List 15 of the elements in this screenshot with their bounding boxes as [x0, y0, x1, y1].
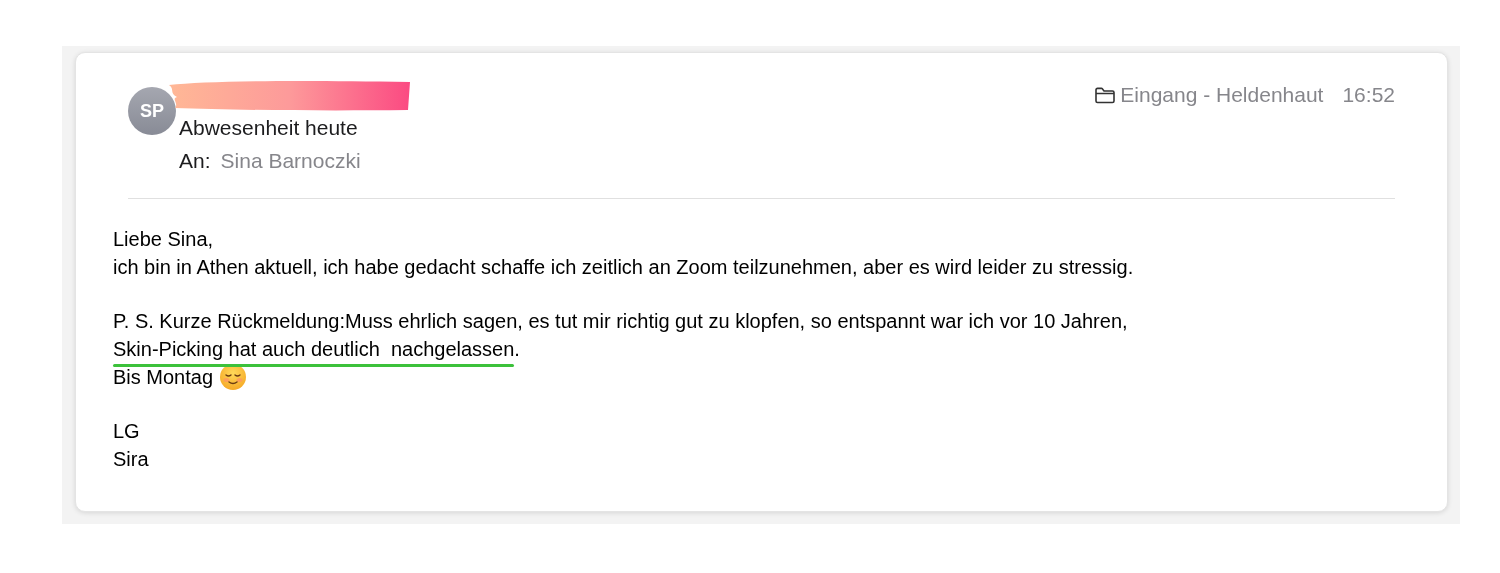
to-label: An:: [179, 148, 211, 174]
recipient-name: Sina Barnoczki: [220, 148, 361, 174]
body-text: P. S. Kurze Rückmeldung:Muss ehrlich sagen, es tut mir richtig gut zu klopfen, so entspannt war ich vor 10 Jahren,: [113, 309, 1128, 334]
folder-icon: [1094, 86, 1117, 104]
body-text: LG: [113, 419, 140, 444]
email-time: 16:52: [1342, 83, 1395, 107]
email-subject: Abwesenheit heute: [179, 115, 359, 141]
body-text: .: [514, 337, 520, 362]
body-text: Bis Montag: [113, 365, 214, 390]
body-text: Sira: [113, 447, 149, 472]
avatar: SP: [128, 87, 176, 135]
body-text: Liebe Sina,: [113, 227, 214, 252]
body-text: ich bin in Athen aktuell, ich habe gedacht schaffe ich zeitlich an Zoom teilzunehmen, aber es wird leider zu stressig.: [113, 255, 1134, 280]
mailbox-folder: Eingang - Heldenhaut: [1120, 83, 1324, 107]
body-text: Skin-Picking hat auch deutlich nachgelassen: [113, 335, 515, 363]
